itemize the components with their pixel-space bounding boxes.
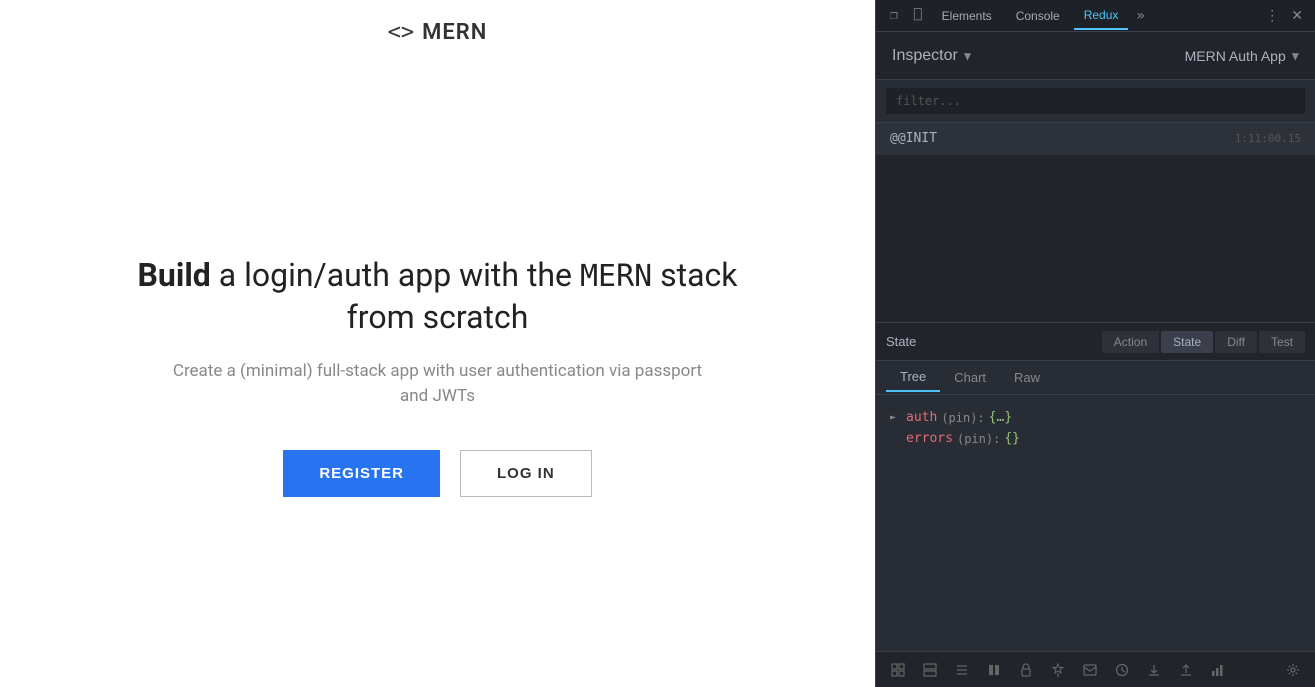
- inspector-app-dropdown-icon[interactable]: ▼: [1292, 49, 1299, 63]
- login-button[interactable]: LOG IN: [460, 450, 592, 497]
- inspector-header: Inspector ▼ MERN Auth App ▼: [876, 32, 1315, 80]
- logo-icon: <>: [388, 20, 415, 45]
- more-tabs-icon[interactable]: »: [1132, 8, 1148, 24]
- cursor-icon[interactable]: ❐: [884, 8, 904, 23]
- tree-row-auth[interactable]: ► auth (pin): {…}: [890, 407, 1301, 428]
- inspector-dropdown-icon[interactable]: ▼: [964, 49, 971, 63]
- toolbar-icon-pause[interactable]: [980, 656, 1008, 684]
- tree-annotation-auth: (pin):: [941, 411, 984, 425]
- toolbar-icon-list[interactable]: [948, 656, 976, 684]
- tab-test[interactable]: Test: [1259, 331, 1305, 353]
- toolbar-icon-lock[interactable]: [1012, 656, 1040, 684]
- sub-tab-bar: Tree Chart Raw: [876, 361, 1315, 395]
- toolbar-icon-timer[interactable]: [1108, 656, 1136, 684]
- tree-key-errors: errors: [906, 431, 953, 446]
- devtools-panel: ❐ ⎕ Elements Console Redux » ⋮ ✕ Inspect…: [875, 0, 1315, 687]
- action-time: 1:11:00.15: [1235, 132, 1301, 145]
- state-section-label: State: [886, 334, 916, 349]
- state-tree: ► auth (pin): {…} ► errors (pin): {}: [876, 395, 1315, 651]
- action-list: @@INIT 1:11:00.15: [876, 123, 1315, 323]
- app-content: Build a login/auth app with the MERN sta…: [0, 65, 875, 687]
- toolbar-icon-pin[interactable]: [1044, 656, 1072, 684]
- toolbar-icon-1[interactable]: [884, 656, 912, 684]
- kebab-menu-icon[interactable]: ⋮: [1261, 5, 1283, 26]
- bottom-panel: State Action State Diff Test Tree Chart …: [876, 323, 1315, 687]
- device-icon[interactable]: ⎕: [908, 8, 928, 23]
- app-header: <> MERN: [0, 0, 875, 65]
- app-title: MERN: [422, 20, 487, 45]
- tree-expand-arrow-auth[interactable]: ►: [890, 412, 902, 423]
- tab-elements[interactable]: Elements: [932, 3, 1002, 29]
- tree-value-auth: {…}: [989, 410, 1012, 425]
- register-button[interactable]: REGISTER: [283, 450, 440, 497]
- bottom-toolbar: [876, 651, 1315, 687]
- inspector-app-name: MERN Auth App: [1185, 48, 1286, 64]
- tab-state[interactable]: State: [1161, 331, 1213, 353]
- main-app: <> MERN Build a login/auth app with the …: [0, 0, 875, 687]
- action-state-tab-group: Action State Diff Test: [1102, 331, 1305, 353]
- tab-console[interactable]: Console: [1006, 3, 1070, 29]
- inspector-title: Inspector: [892, 47, 958, 65]
- hero-heading-bold: Build: [138, 256, 211, 294]
- tree-key-auth: auth: [906, 410, 937, 425]
- hero-heading: Build a login/auth app with the MERN sta…: [138, 255, 738, 338]
- tab-redux[interactable]: Redux: [1074, 2, 1129, 30]
- devtools-tab-bar: ❐ ⎕ Elements Console Redux » ⋮ ✕: [876, 0, 1315, 32]
- action-item-init[interactable]: @@INIT 1:11:00.15: [876, 123, 1315, 155]
- sub-tab-raw[interactable]: Raw: [1000, 364, 1054, 391]
- hero-heading-code: MERN: [580, 259, 652, 294]
- sub-tab-chart[interactable]: Chart: [940, 364, 1000, 391]
- hero-subtext: Create a (minimal) full-stack app with u…: [158, 359, 718, 410]
- tab-action[interactable]: Action: [1102, 331, 1159, 353]
- state-action-bar: State Action State Diff Test: [876, 323, 1315, 361]
- tab-diff[interactable]: Diff: [1215, 331, 1257, 353]
- filter-input[interactable]: [886, 88, 1305, 114]
- close-devtools-icon[interactable]: ✕: [1287, 5, 1307, 26]
- filter-bar: [876, 80, 1315, 123]
- settings-icon[interactable]: [1279, 656, 1307, 684]
- hero-heading-rest: a login/auth app with the: [219, 256, 580, 294]
- toolbar-icon-2[interactable]: [916, 656, 944, 684]
- toolbar-icon-mail[interactable]: [1076, 656, 1104, 684]
- action-name: @@INIT: [890, 131, 937, 146]
- toolbar-icon-upload[interactable]: [1172, 656, 1200, 684]
- tree-value-errors: {}: [1004, 431, 1020, 446]
- button-group: REGISTER LOG IN: [283, 450, 591, 497]
- tree-annotation-errors: (pin):: [957, 432, 1000, 446]
- toolbar-icon-signal[interactable]: [1204, 656, 1232, 684]
- inspector-title-group: Inspector ▼: [892, 47, 971, 65]
- sub-tab-tree[interactable]: Tree: [886, 363, 940, 392]
- tree-expand-arrow-errors: ►: [890, 433, 902, 444]
- toolbar-icon-download[interactable]: [1140, 656, 1168, 684]
- tree-row-errors[interactable]: ► errors (pin): {}: [890, 428, 1301, 449]
